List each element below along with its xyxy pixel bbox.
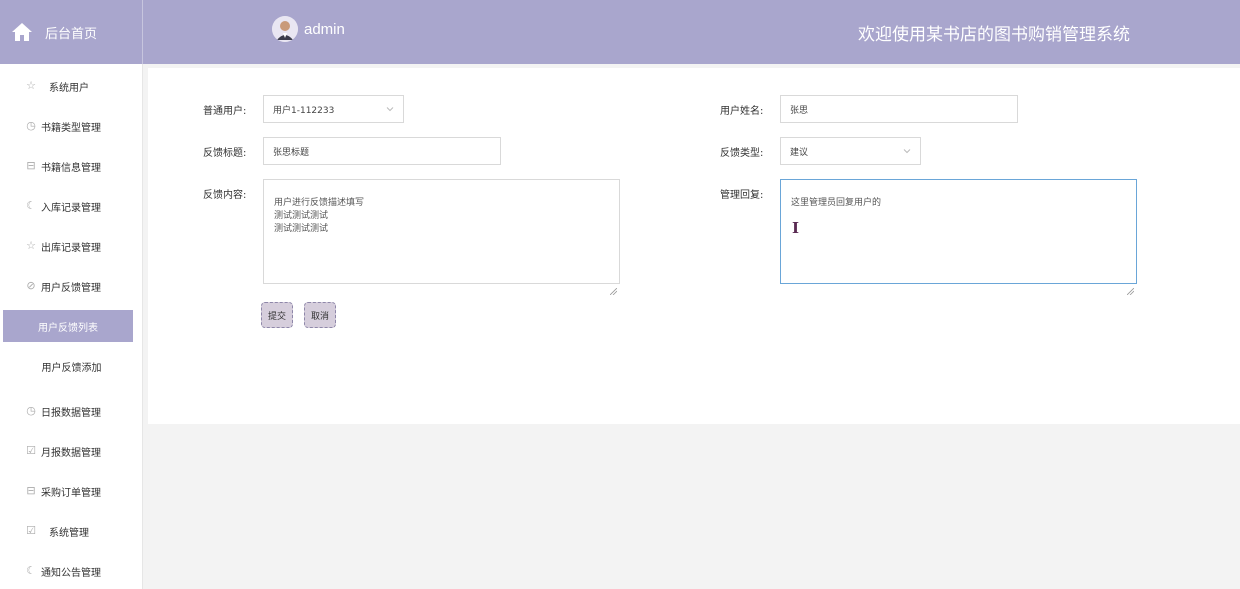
resize-handle-icon[interactable] — [609, 274, 618, 296]
home-icon — [10, 20, 34, 44]
type-label: 反馈类型: — [720, 148, 764, 159]
sidebar-item-label: 通知公告管理 — [41, 567, 101, 579]
sidebar-item-label: 月报数据管理 — [41, 447, 101, 459]
type-select[interactable]: 建议 — [780, 137, 921, 165]
sidebar-item-label: 用户反馈管理 — [41, 282, 101, 294]
sidebar-item-label: 书籍类型管理 — [41, 122, 101, 134]
name-field[interactable]: 张思 — [780, 95, 1018, 123]
sidebar-item-system-admin[interactable]: ☑ 系统管理 — [0, 516, 143, 546]
moon-icon: ☾ — [26, 564, 36, 577]
top-header: 后台首页 admin 欢迎使用某书店的图书购销管理系统 — [0, 0, 1240, 64]
chevron-down-icon — [903, 147, 911, 155]
sidebar-item-daily-report[interactable]: ◷ 日报数据管理 — [0, 396, 143, 426]
reply-label: 管理回复: — [720, 190, 764, 201]
sidebar-item-book-info[interactable]: ⊟ 书籍信息管理 — [0, 151, 143, 181]
feedback-form-panel: 普通用户: 用户1-112233 用户姓名: 张思 反馈标题: 张思标题 反馈类… — [148, 68, 1240, 424]
box-icon: ⊟ — [26, 484, 36, 497]
system-title: 欢迎使用某书店的图书购销管理系统 — [858, 25, 1130, 45]
reply-textarea[interactable]: 这里管理员回复用户的 — [780, 179, 1137, 296]
content-label: 反馈内容: — [203, 190, 247, 201]
calendar-icon: ☑ — [26, 444, 36, 457]
user-select[interactable]: 用户1-112233 — [263, 95, 404, 123]
home-label: 后台首页 — [45, 26, 98, 42]
sidebar-item-label: 日报数据管理 — [41, 407, 101, 419]
home-link[interactable]: 后台首页 — [0, 0, 143, 64]
sidebar-item-label: 入库记录管理 — [41, 202, 101, 214]
clock-icon: ◷ — [26, 404, 36, 417]
user-name: admin — [304, 20, 345, 38]
title-label: 反馈标题: — [203, 148, 247, 159]
sidebar: ☆ 系统用户 ◷ 书籍类型管理 ⊟ 书籍信息管理 ☾ 入库记录管理 ☆ 出库记录… — [0, 64, 143, 589]
submit-button[interactable]: 提交 — [261, 302, 293, 328]
moon-icon: ☾ — [26, 199, 36, 212]
sidebar-item-feedback-add[interactable]: 用户反馈添加 — [0, 351, 143, 381]
sidebar-item-label: 采购订单管理 — [41, 487, 101, 499]
name-label: 用户姓名: — [720, 106, 764, 117]
content-text: 用户进行反馈描述填写 测试测试测试 测试测试测试 — [274, 198, 365, 234]
box-icon: ⊟ — [26, 159, 36, 172]
sidebar-item-stock-out[interactable]: ☆ 出库记录管理 — [0, 231, 143, 261]
sidebar-item-label: 用户反馈列表 — [38, 322, 98, 334]
user-label: 普通用户: — [203, 106, 247, 117]
clock-icon: ◷ — [26, 119, 36, 132]
sidebar-item-label: 书籍信息管理 — [41, 162, 101, 174]
chevron-down-icon — [386, 105, 394, 113]
cancel-button[interactable]: 取消 — [304, 302, 336, 328]
calendar-icon: ☑ — [26, 524, 36, 537]
sidebar-item-purchase-orders[interactable]: ⊟ 采购订单管理 — [0, 476, 143, 506]
sidebar-item-feedback[interactable]: ⊘ 用户反馈管理 — [0, 271, 143, 301]
sidebar-item-monthly-report[interactable]: ☑ 月报数据管理 — [0, 436, 143, 466]
sidebar-item-book-types[interactable]: ◷ 书籍类型管理 — [0, 111, 143, 141]
type-select-value: 建议 — [790, 147, 809, 158]
sidebar-item-label: 系统用户 — [49, 82, 89, 94]
user-select-value: 用户1-112233 — [273, 105, 335, 116]
sidebar-item-notices[interactable]: ☾ 通知公告管理 — [0, 556, 143, 586]
content-textarea[interactable]: 用户进行反馈描述填写 测试测试测试 测试测试测试 — [263, 179, 620, 296]
title-field[interactable]: 张思标题 — [263, 137, 501, 165]
star-outline-icon: ☆ — [26, 239, 36, 252]
sidebar-item-label: 用户反馈添加 — [41, 362, 102, 374]
resize-handle-icon[interactable] — [1126, 274, 1135, 296]
compass-icon: ⊘ — [26, 279, 36, 292]
avatar — [272, 16, 298, 42]
user-menu[interactable]: admin — [272, 16, 345, 42]
sidebar-item-label: 系统管理 — [49, 527, 89, 539]
text-cursor-icon: I — [792, 219, 800, 237]
reply-text: 这里管理员回复用户的 — [791, 198, 882, 208]
sidebar-item-stock-in[interactable]: ☾ 入库记录管理 — [0, 191, 143, 221]
sidebar-item-label: 出库记录管理 — [41, 242, 101, 254]
sidebar-item-feedback-list[interactable]: 用户反馈列表 — [3, 310, 133, 342]
star-outline-icon: ☆ — [26, 79, 36, 92]
sidebar-item-system-users[interactable]: ☆ 系统用户 — [0, 71, 143, 101]
